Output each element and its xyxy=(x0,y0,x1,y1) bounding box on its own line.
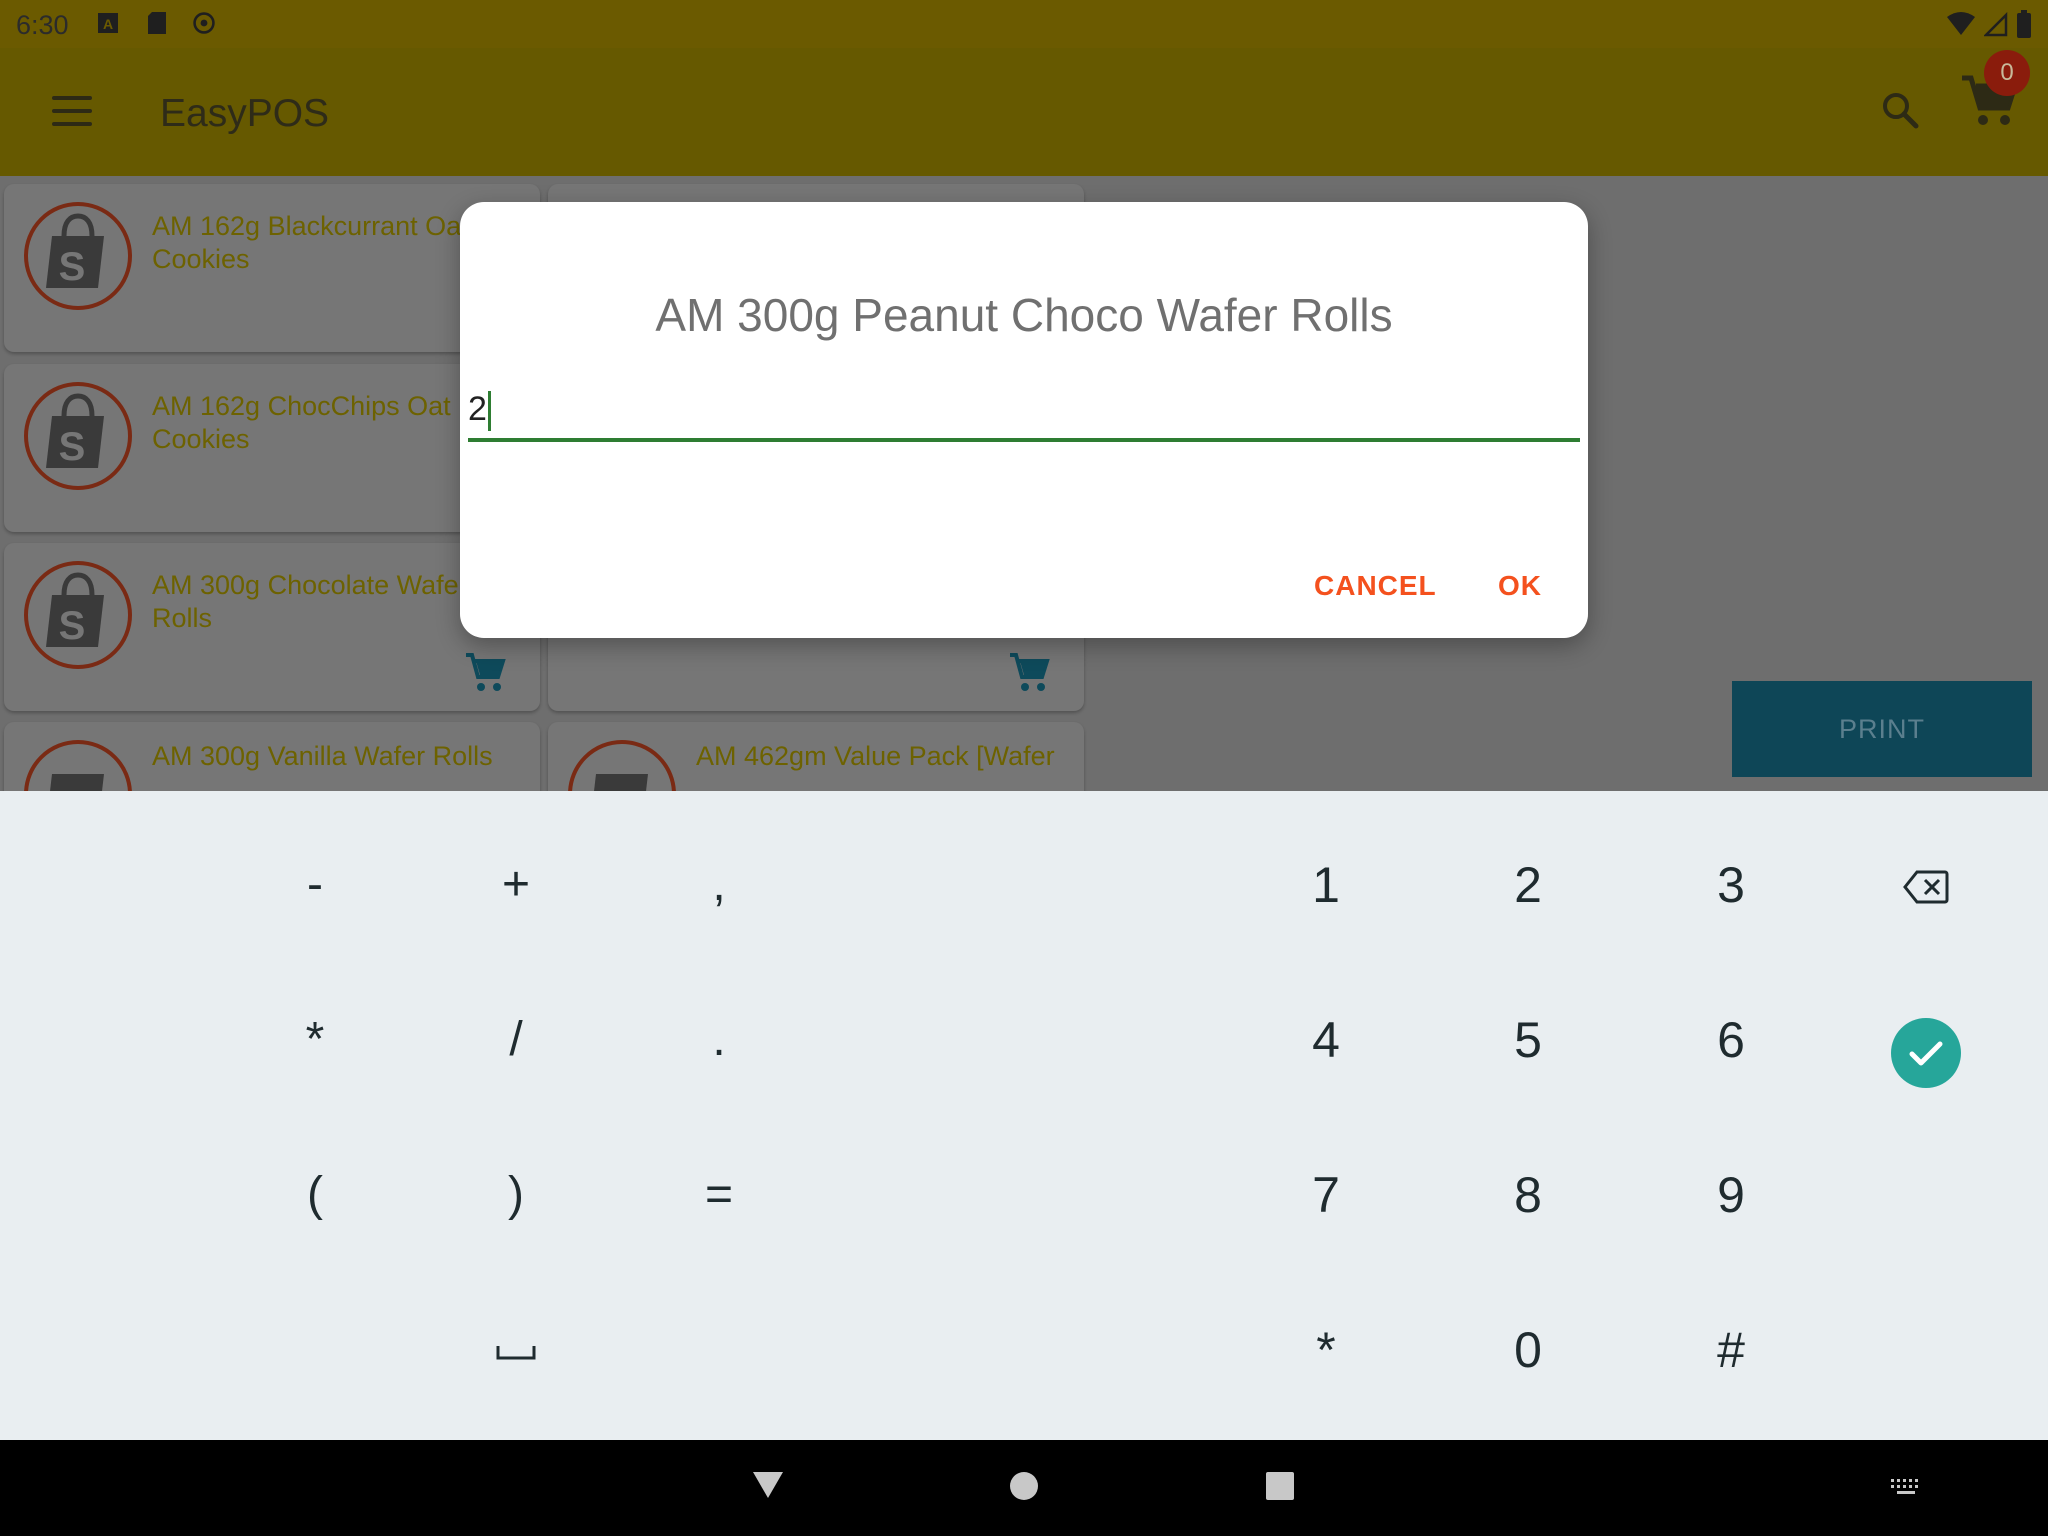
key-period[interactable]: . xyxy=(659,1000,779,1080)
key-1[interactable]: 1 xyxy=(1266,845,1386,925)
space-key[interactable] xyxy=(456,1310,576,1390)
app-title: EasyPOS xyxy=(160,92,330,135)
shop-bag-icon: S xyxy=(24,202,132,310)
key-plus[interactable]: + xyxy=(456,845,576,925)
key-5[interactable]: 5 xyxy=(1468,1000,1588,1080)
product-card[interactable]: AM 300g Vanilla Wafer Rolls xyxy=(4,722,540,791)
key-6[interactable]: 6 xyxy=(1671,1000,1791,1080)
sd-card-icon xyxy=(148,12,166,34)
svg-text:S: S xyxy=(59,604,86,648)
svg-text:S: S xyxy=(59,425,86,469)
quantity-dialog: AM 300g Peanut Choco Wafer Rolls 2 CANCE… xyxy=(460,202,1588,638)
status-bar: 6:30 A xyxy=(0,0,2048,48)
key-4[interactable]: 4 xyxy=(1266,1000,1386,1080)
navigation-bar xyxy=(0,1440,2048,1536)
key-8[interactable]: 8 xyxy=(1468,1155,1588,1235)
shop-bag-icon: S xyxy=(24,561,132,669)
key-star[interactable]: * xyxy=(1266,1310,1386,1390)
home-icon[interactable] xyxy=(1008,1470,1040,1502)
backspace-icon xyxy=(1903,870,1949,904)
status-time: 6:30 xyxy=(16,10,69,40)
status-icons xyxy=(1946,10,2032,38)
a-notification-icon: A xyxy=(98,13,118,33)
text-caret xyxy=(487,391,491,432)
key-hash[interactable]: # xyxy=(1671,1310,1791,1390)
key-equals[interactable]: = xyxy=(659,1155,779,1235)
recents-icon[interactable] xyxy=(1264,1470,1296,1502)
key-0[interactable]: 0 xyxy=(1468,1310,1588,1390)
key-minus[interactable]: - xyxy=(255,845,375,925)
quantity-input[interactable]: 2 xyxy=(468,380,1580,442)
key-open-paren[interactable]: ( xyxy=(255,1155,375,1235)
battery-icon xyxy=(2017,10,2031,38)
svg-text:A: A xyxy=(103,16,113,32)
cancel-button[interactable]: CANCEL xyxy=(1314,570,1437,602)
cart-count-badge: 0 xyxy=(1984,50,2030,96)
signal-icon xyxy=(1984,11,2008,37)
dialog-title: AM 300g Peanut Choco Wafer Rolls xyxy=(655,289,1393,341)
enter-check-icon[interactable] xyxy=(1890,1017,1962,1089)
key-close-paren[interactable]: ) xyxy=(456,1155,576,1235)
ok-button[interactable]: OK xyxy=(1498,570,1542,602)
key-3[interactable]: 3 xyxy=(1671,845,1791,925)
product-name: AM 300g Vanilla Wafer Rolls xyxy=(152,741,493,771)
key-9[interactable]: 9 xyxy=(1671,1155,1791,1235)
back-icon[interactable] xyxy=(752,1470,784,1500)
add-to-cart-icon[interactable] xyxy=(1008,651,1052,695)
key-comma[interactable]: , xyxy=(659,845,779,925)
wifi-icon xyxy=(1947,12,1975,35)
shop-bag-icon: S xyxy=(24,382,132,490)
quantity-value: 2 xyxy=(468,390,487,428)
menu-icon[interactable] xyxy=(52,96,92,126)
numeric-keyboard: - + , 1 2 3 * / . 4 5 6 ( ) = 7 8 9 * 0 … xyxy=(0,791,2048,1440)
search-icon[interactable] xyxy=(1880,90,1920,130)
keyboard-switch-icon[interactable] xyxy=(1890,1478,1922,1498)
add-to-cart-icon[interactable] xyxy=(464,651,508,695)
product-name: AM 462gm Value Pack [Wafer xyxy=(696,741,1055,771)
sync-icon xyxy=(193,12,215,34)
print-button[interactable]: PRINT xyxy=(1732,681,2032,777)
key-7[interactable]: 7 xyxy=(1266,1155,1386,1235)
shop-bag-icon xyxy=(568,740,676,791)
svg-text:S: S xyxy=(59,245,86,289)
key-asterisk[interactable]: * xyxy=(255,1000,375,1080)
shop-bag-icon xyxy=(24,740,132,791)
key-2[interactable]: 2 xyxy=(1468,845,1588,925)
key-slash[interactable]: / xyxy=(456,1000,576,1080)
space-icon xyxy=(496,1346,536,1360)
product-card[interactable]: AM 462gm Value Pack [Wafer xyxy=(548,722,1084,791)
backspace-key[interactable] xyxy=(1866,845,1986,925)
